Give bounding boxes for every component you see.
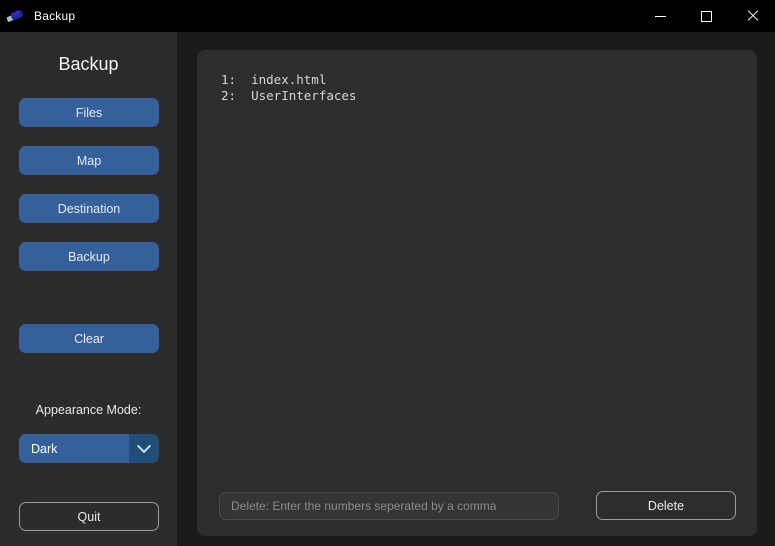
clear-button[interactable]: Clear [19, 324, 159, 353]
appearance-mode-label: Appearance Mode: [35, 403, 142, 417]
chevron-shape [136, 438, 152, 453]
files-button[interactable]: Files [19, 98, 159, 127]
main-panel: 1: index.html 2: UserInterfaces Delete [197, 50, 757, 536]
maximize-button[interactable] [683, 0, 729, 32]
appearance-mode-value: Dark [19, 434, 129, 463]
delete-input[interactable] [219, 492, 559, 520]
close-button[interactable] [729, 0, 775, 32]
quit-button[interactable]: Quit [19, 502, 159, 531]
close-icon [746, 10, 758, 22]
list-item: 1: index.html [221, 72, 327, 87]
minimize-icon [654, 15, 666, 17]
sidebar-heading: Backup [58, 54, 119, 74]
chevron-down-icon[interactable] [129, 434, 159, 463]
minimize-button[interactable] [637, 0, 683, 32]
usb-drive-icon [6, 7, 25, 25]
delete-button[interactable]: Delete [596, 491, 736, 520]
title-bar: Backup [0, 0, 775, 32]
window-title: Backup [34, 9, 76, 23]
map-button[interactable]: Map [19, 146, 159, 175]
destination-button[interactable]: Destination [19, 194, 159, 223]
appearance-mode-select[interactable]: Dark [19, 434, 159, 463]
backup-button[interactable]: Backup [19, 242, 159, 271]
list-item: 2: UserInterfaces [221, 88, 357, 103]
usb-body-shape [9, 9, 25, 21]
app-window: Backup Backup Files Map Destination Back… [0, 0, 775, 546]
maximize-icon [700, 10, 712, 22]
file-list[interactable]: 1: index.html 2: UserInterfaces [197, 50, 757, 478]
sidebar: Backup Files Map Destination Backup Clea… [0, 32, 177, 546]
